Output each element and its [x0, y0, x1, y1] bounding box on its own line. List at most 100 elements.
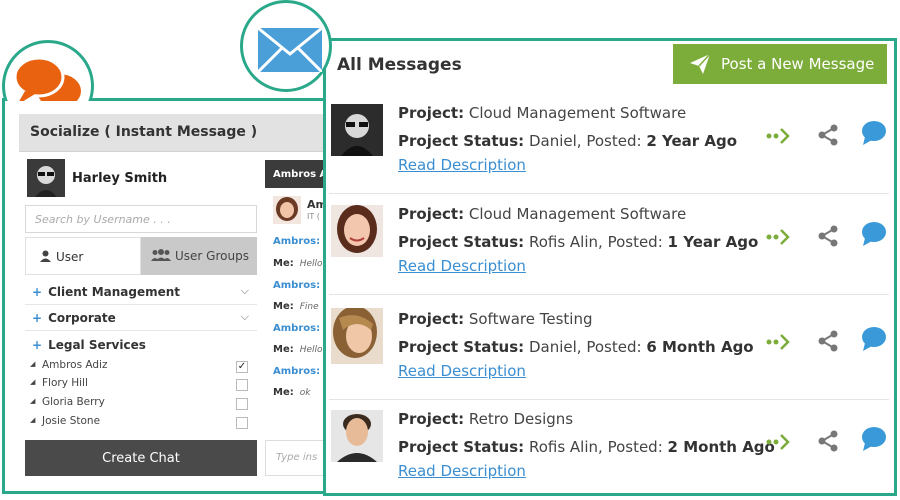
- chat-text: Hello: [299, 259, 323, 269]
- expand-icon: +: [32, 338, 43, 352]
- status-label: Project Status:: [398, 233, 525, 251]
- category-corporate[interactable]: + Corporate ⌵: [25, 305, 257, 331]
- tab-user[interactable]: User: [25, 237, 141, 275]
- post-new-message-button[interactable]: Post a New Message: [673, 44, 887, 84]
- category-label: Corporate: [48, 311, 116, 325]
- category-legal-services[interactable]: + Legal Services: [25, 332, 257, 358]
- forward-arrow-icon[interactable]: [766, 126, 792, 146]
- chat-sender: Ambros:: [273, 323, 321, 334]
- page-title: All Messages: [337, 55, 462, 75]
- project-label: Project:: [398, 205, 465, 223]
- read-description-link[interactable]: Read Description: [398, 257, 526, 275]
- member-checkbox[interactable]: [236, 379, 248, 391]
- avatar: [331, 104, 383, 156]
- list-item[interactable]: ◢ Gloria Berry: [30, 396, 256, 414]
- chat-message: Me: Hello: [273, 344, 323, 355]
- list-item[interactable]: ◢ Flory Hill: [30, 377, 256, 395]
- chat-message: Me: Hello: [273, 258, 323, 269]
- status-person: Daniel,: [528, 132, 582, 150]
- share-icon[interactable]: [817, 124, 839, 146]
- socialize-header: Socialize ( Instant Message ): [19, 114, 347, 152]
- status-person: Rofis Alin,: [528, 233, 603, 251]
- project-label: Project:: [398, 104, 465, 122]
- bullet-icon: ◢: [30, 416, 36, 424]
- project-line: Project: Cloud Management Software: [398, 205, 686, 223]
- tab-user-groups-label: User Groups: [175, 249, 249, 263]
- forward-arrow-icon[interactable]: [766, 332, 792, 352]
- user-icon: [40, 250, 51, 262]
- list-item[interactable]: ◢ Josie Stone: [30, 415, 256, 433]
- avatar: [331, 308, 383, 364]
- users-icon: [151, 249, 171, 261]
- share-icon[interactable]: [817, 430, 839, 452]
- comment-icon[interactable]: [861, 326, 887, 352]
- user-tabs: User User Groups: [25, 237, 257, 275]
- list-item[interactable]: ◢ Ambros Adiz ✓: [30, 359, 256, 377]
- posted-label: Posted:: [607, 233, 663, 251]
- status-line: Project Status: Daniel, Posted: 2 Year A…: [398, 132, 737, 150]
- posted-time: 1 Year Ago: [667, 233, 759, 251]
- bullet-icon: ◢: [30, 378, 36, 386]
- member-name: Ambros Adiz: [42, 359, 108, 371]
- avatar: [331, 410, 383, 462]
- posted-time: 2 Month Ago: [667, 438, 775, 456]
- tab-user-label: User: [56, 250, 84, 264]
- message-item: Project: Cloud Management Software Proje…: [329, 92, 889, 194]
- current-user-name: Harley Smith: [72, 171, 168, 186]
- member-checkbox[interactable]: [236, 417, 248, 429]
- posted-label: Posted:: [607, 438, 663, 456]
- mail-icon: [258, 28, 322, 72]
- forward-arrow-icon[interactable]: [766, 227, 792, 247]
- status-person: Rofis Alin,: [528, 438, 603, 456]
- read-description-link[interactable]: Read Description: [398, 156, 526, 174]
- member-checkbox[interactable]: [236, 398, 248, 410]
- chat-message: Me: ok: [273, 387, 310, 398]
- member-name: Flory Hill: [42, 377, 88, 389]
- project-name: Software Testing: [468, 310, 593, 328]
- forward-arrow-icon[interactable]: [766, 432, 792, 452]
- comment-icon[interactable]: [861, 221, 887, 247]
- project-name: Cloud Management Software: [468, 104, 687, 122]
- member-name: Josie Stone: [42, 415, 101, 427]
- chat-sender: Ambros:: [273, 280, 321, 291]
- category-label: Legal Services: [48, 338, 146, 352]
- read-description-link[interactable]: Read Description: [398, 462, 526, 480]
- category-label: Client Management: [48, 285, 181, 299]
- chat-sender: Ambros:: [273, 366, 321, 377]
- chat-sender: Me:: [273, 258, 294, 269]
- status-label: Project Status:: [398, 132, 525, 150]
- category-client-management[interactable]: + Client Management ⌵: [25, 279, 257, 305]
- chat-sender: Me:: [273, 344, 294, 355]
- search-input[interactable]: Search by Username . . .: [25, 205, 257, 233]
- project-name: Retro Designs: [468, 410, 574, 428]
- comment-icon[interactable]: [861, 426, 887, 452]
- project-line: Project: Software Testing: [398, 310, 593, 328]
- status-line: Project Status: Daniel, Posted: 6 Month …: [398, 338, 754, 356]
- bullet-icon: ◢: [30, 360, 36, 368]
- member-checkbox[interactable]: ✓: [236, 361, 248, 373]
- create-chat-button[interactable]: Create Chat: [25, 440, 257, 476]
- paper-plane-icon: [690, 53, 711, 74]
- share-icon[interactable]: [817, 330, 839, 352]
- comment-icon[interactable]: [861, 120, 887, 146]
- avatar: [27, 159, 65, 197]
- member-name: Gloria Berry: [42, 396, 105, 408]
- user-list-panel: Harley Smith Search by Username . . . Us…: [25, 155, 261, 433]
- chevron-down-icon: ⌵: [240, 284, 249, 297]
- message-item: Project: Software Testing Project Status…: [329, 298, 889, 400]
- avatar: [273, 196, 301, 224]
- message-item: Project: Cloud Management Software Proje…: [329, 193, 889, 295]
- project-name: Cloud Management Software: [468, 205, 687, 223]
- read-description-link[interactable]: Read Description: [398, 362, 526, 380]
- status-person: Daniel,: [528, 338, 582, 356]
- posted-label: Posted:: [586, 338, 642, 356]
- share-icon[interactable]: [817, 225, 839, 247]
- expand-icon: +: [32, 311, 43, 325]
- chevron-down-icon: ⌵: [240, 310, 249, 323]
- chat-contact-sub: IT (: [307, 212, 320, 221]
- chat-message-input[interactable]: Type ins: [265, 440, 327, 476]
- tab-user-groups[interactable]: User Groups: [141, 237, 257, 275]
- chat-tab[interactable]: Ambros Ad: [265, 160, 327, 188]
- chat-message: Me: Fine: [273, 301, 319, 312]
- status-label: Project Status:: [398, 338, 525, 356]
